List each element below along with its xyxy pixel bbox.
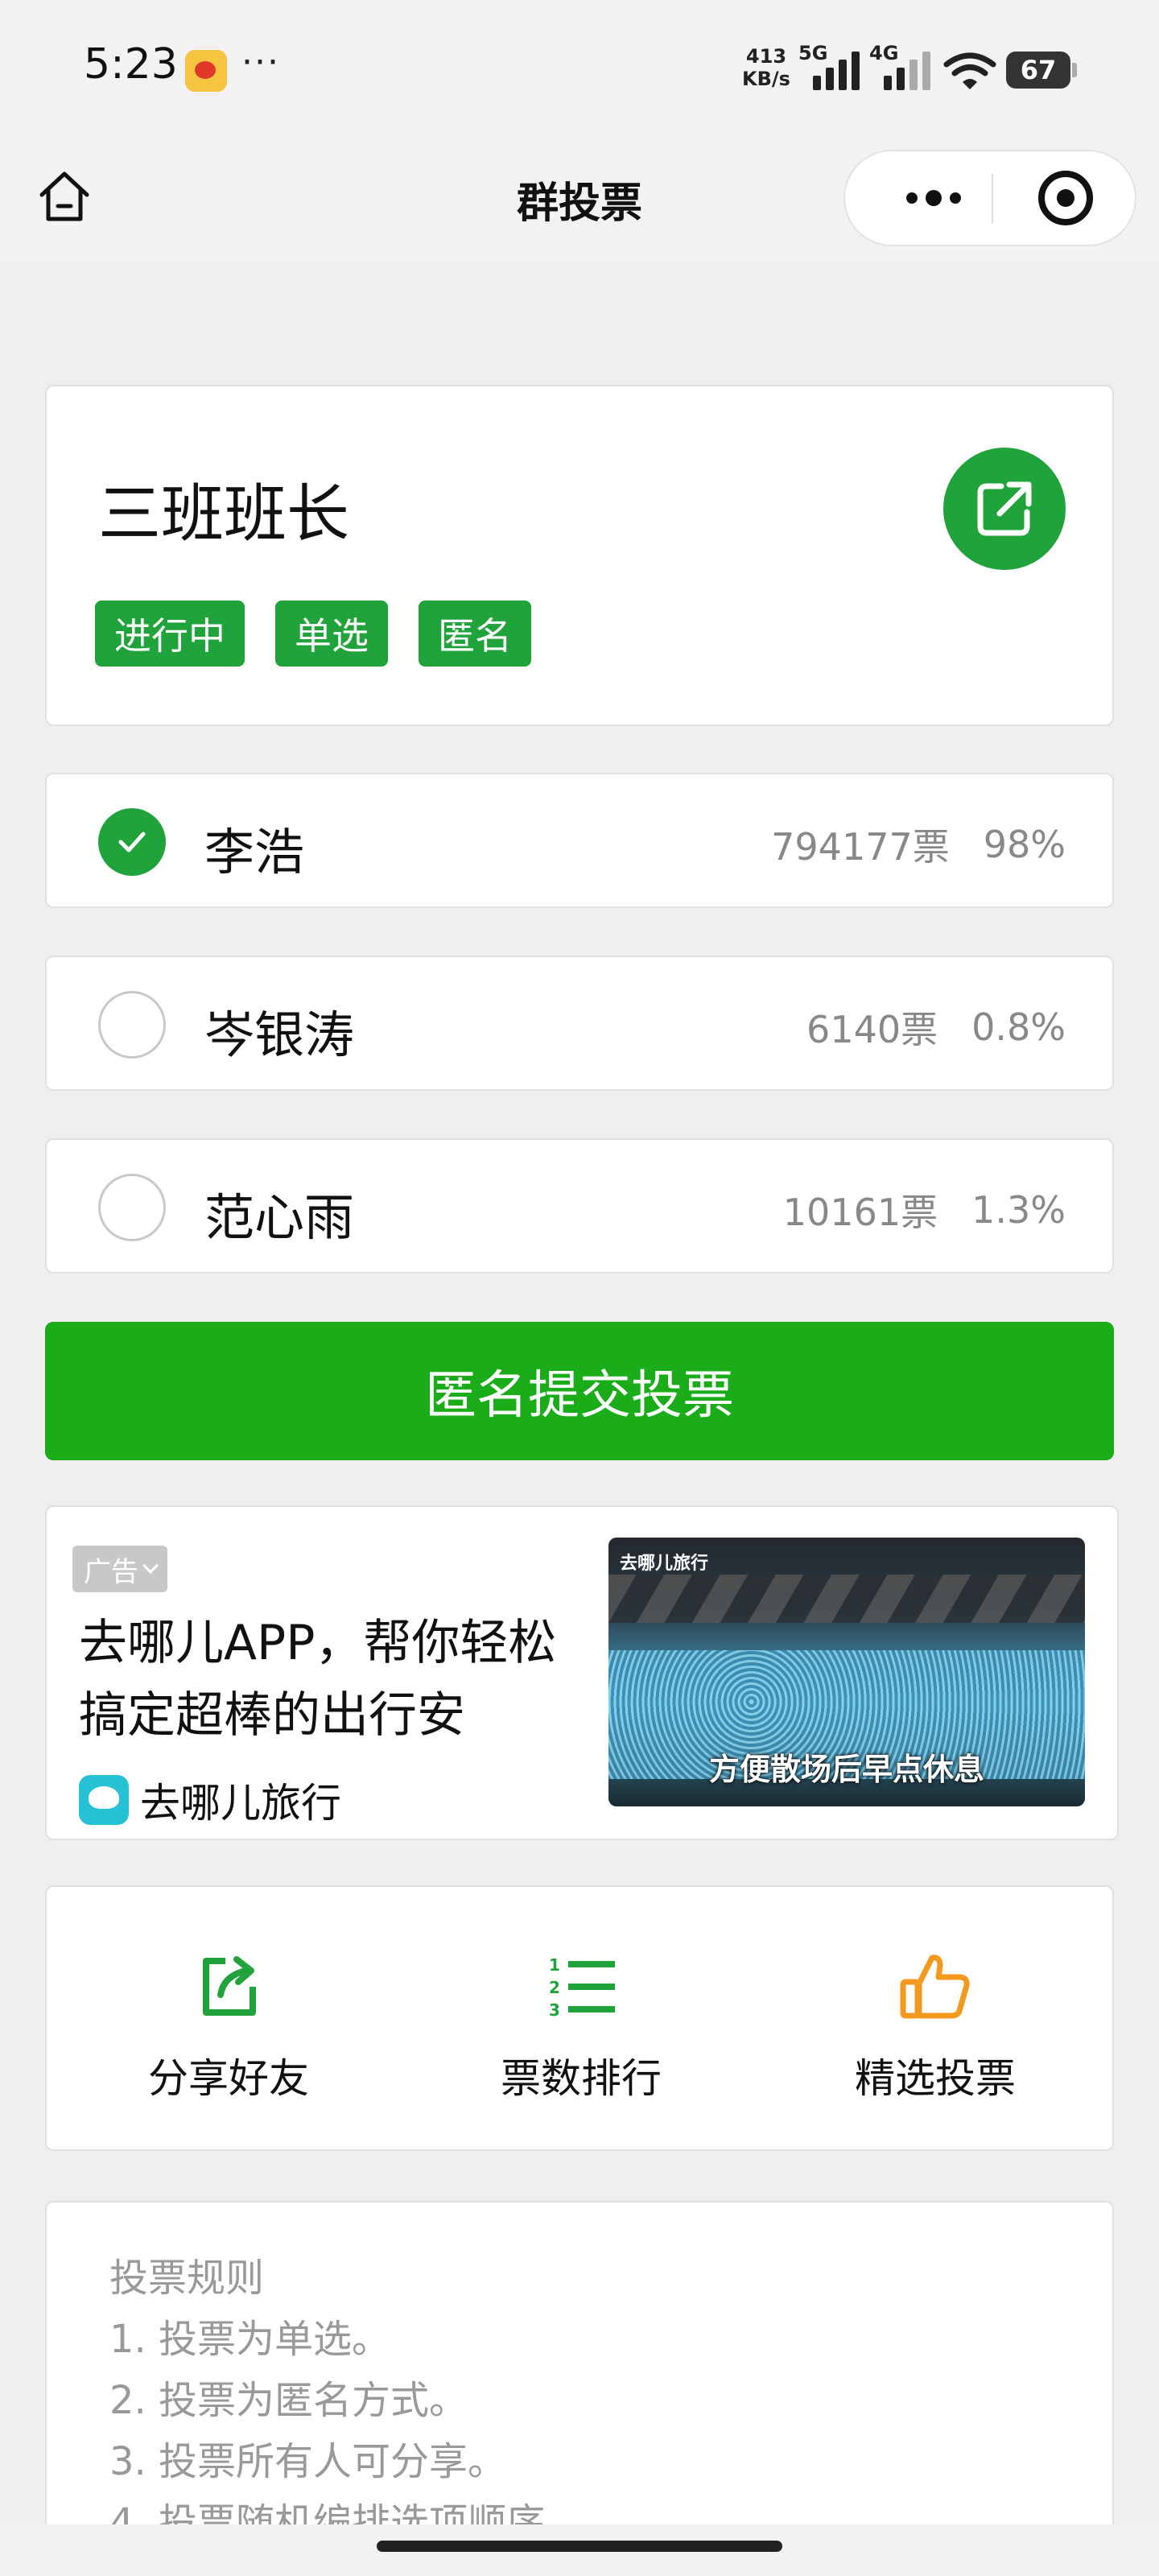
poll-option[interactable]: 李浩 794177票 98% — [45, 773, 1114, 908]
more-notifications-icon: ··· — [241, 42, 280, 83]
checkmark-icon — [118, 832, 146, 852]
featured-polls-label: 精选投票 — [855, 2055, 1016, 2102]
anonymous-tag: 匿名 — [419, 601, 531, 667]
ad-image-brand: 去哪儿旅行 — [620, 1554, 709, 1574]
poll-option[interactable]: 岑银涛 6140票 0.8% — [45, 956, 1114, 1091]
option-name: 李浩 — [204, 823, 305, 881]
mini-program-capsule — [843, 150, 1136, 246]
rules-list: 投票规则 1. 投票为单选。 2. 投票为匿名方式。 3. 投票所有人可分享。 … — [109, 2248, 545, 2524]
network-speed-value: 413 — [745, 45, 787, 68]
battery-icon: 67 — [1006, 52, 1077, 89]
network-speed-unit: KB/s — [742, 68, 790, 90]
capsule-divider — [992, 174, 993, 224]
poll-tags: 进行中 单选 匿名 — [95, 601, 531, 667]
status-time: 5:23 — [84, 40, 178, 89]
network-speed: 413 KB/s — [742, 45, 790, 90]
option-votes: 794177票 — [771, 825, 950, 869]
actions-card: 分享好友 1 2 3 票数排行 精选投票 — [45, 1885, 1114, 2151]
vote-ranking-action[interactable]: 1 2 3 票数排行 — [460, 1946, 702, 2104]
ad-brand: 去哪儿旅行 — [79, 1771, 341, 1829]
option-percent: 98% — [983, 823, 1066, 866]
home-indicator[interactable] — [377, 2541, 782, 2552]
stadium-roof — [608, 1575, 1085, 1623]
external-share-icon — [977, 481, 1032, 536]
dot-icon — [950, 192, 961, 204]
svg-text:3: 3 — [549, 2000, 560, 2020]
option-votes: 6140票 — [806, 1008, 938, 1051]
thumbs-up-icon — [900, 1955, 970, 2019]
option-name: 岑银涛 — [204, 1005, 355, 1064]
rules-card: 投票规则 1. 投票为单选。 2. 投票为匿名方式。 3. 投票所有人可分享。 … — [45, 2201, 1114, 2524]
radio-checked-icon[interactable] — [98, 808, 166, 876]
option-stats: 10161票 1.3% — [783, 1183, 1066, 1236]
dot-icon — [906, 192, 918, 204]
gesture-bar-area — [0, 2524, 1159, 2576]
qunar-logo-icon — [79, 1775, 129, 1825]
share-poll-button[interactable] — [943, 448, 1066, 570]
navigation-bar: 群投票 — [0, 142, 1159, 262]
option-percent: 0.8% — [971, 1005, 1066, 1049]
svg-text:1: 1 — [549, 1955, 560, 1975]
ad-badge[interactable]: 广告 — [72, 1546, 167, 1592]
more-menu-button[interactable] — [885, 151, 982, 245]
rule-item: 4. 投票随机编排选项顺序 — [109, 2500, 546, 2524]
ad-image-caption: 方便散场后早点休息 — [708, 1752, 984, 1787]
weibo-notification-icon — [185, 50, 227, 92]
vote-ranking-label: 票数排行 — [501, 2055, 662, 2102]
rules-title: 投票规则 — [109, 2256, 265, 2301]
svg-text:2: 2 — [549, 1978, 560, 1997]
share-friends-action[interactable]: 分享好友 — [108, 1946, 349, 2104]
radio-unchecked-icon[interactable] — [98, 991, 166, 1059]
submit-vote-button[interactable]: 匿名提交投票 — [45, 1322, 1114, 1460]
ad-card[interactable]: 广告 去哪儿APP，帮你轻松搞定超棒的出行安 去哪儿旅行 去哪儿旅行 方便散场后… — [45, 1505, 1119, 1840]
rule-item: 1. 投票为单选。 — [109, 2317, 391, 2362]
close-mini-program-button[interactable] — [1038, 171, 1093, 225]
option-stats: 794177票 98% — [771, 818, 1066, 871]
status-bar: 5:23 ··· 413 KB/s 5G 4G 67 — [0, 0, 1159, 142]
rule-item: 2. 投票为匿名方式。 — [109, 2378, 468, 2423]
rule-item: 3. 投票所有人可分享。 — [109, 2439, 507, 2484]
poll-content: 三班班长 进行中 单选 匿名 李浩 794177票 98% 岑银涛 6140票 … — [0, 262, 1159, 2524]
single-choice-tag: 单选 — [275, 601, 388, 667]
option-votes: 10161票 — [782, 1191, 938, 1234]
status-tag: 进行中 — [95, 601, 245, 667]
share-icon — [203, 1956, 256, 2016]
wifi-icon — [943, 52, 996, 89]
option-stats: 6140票 0.8% — [806, 1001, 1066, 1054]
radio-unchecked-icon[interactable] — [98, 1174, 166, 1241]
ad-image[interactable]: 去哪儿旅行 方便散场后早点休息 — [608, 1538, 1085, 1806]
poll-header-card: 三班班长 进行中 单选 匿名 — [45, 385, 1114, 726]
ad-brand-name: 去哪儿旅行 — [140, 1780, 341, 1827]
share-friends-label: 分享好友 — [148, 2055, 309, 2102]
battery-level: 67 — [1020, 55, 1057, 85]
featured-polls-action[interactable]: 精选投票 — [815, 1946, 1056, 2104]
poll-option[interactable]: 范心雨 10161票 1.3% — [45, 1138, 1114, 1274]
option-percent: 1.3% — [971, 1188, 1066, 1232]
chevron-down-icon — [142, 1558, 159, 1574]
sim1-signal-icon — [813, 48, 860, 90]
option-name: 范心雨 — [204, 1188, 355, 1247]
poll-title: 三班班长 — [98, 478, 350, 551]
sim2-signal-icon — [884, 48, 930, 90]
dot-icon — [926, 190, 942, 206]
ad-badge-label: 广告 — [84, 1555, 138, 1588]
ad-headline: 去哪儿APP，帮你轻松搞定超棒的出行安 — [79, 1615, 557, 1744]
ranking-list-icon: 1 2 3 — [549, 1955, 615, 2020]
